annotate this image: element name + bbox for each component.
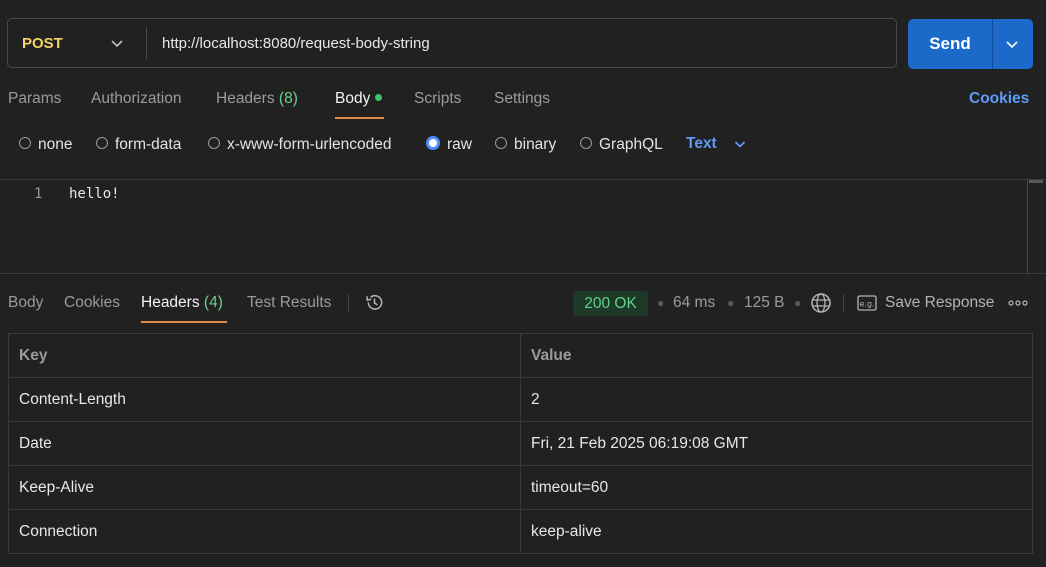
tab-params[interactable]: Params xyxy=(8,88,61,112)
divider xyxy=(843,294,844,312)
code-line[interactable]: hello! xyxy=(69,184,120,204)
divider xyxy=(992,19,993,69)
globe-icon[interactable] xyxy=(810,292,832,314)
radio-icon xyxy=(96,136,108,149)
method-select[interactable]: POST xyxy=(22,19,63,69)
chevron-down-icon[interactable] xyxy=(734,138,746,150)
separator-dot: ● xyxy=(794,296,802,310)
divider xyxy=(146,27,147,59)
column-header-key: Key xyxy=(8,333,521,378)
cookies-link[interactable]: Cookies xyxy=(969,88,1029,110)
response-size[interactable]: 125 B xyxy=(744,292,785,314)
column-header-value: Value xyxy=(520,333,1033,378)
radio-raw[interactable]: raw xyxy=(426,134,472,156)
header-key[interactable]: Date xyxy=(8,421,521,466)
response-tab-test-results[interactable]: Test Results xyxy=(247,292,331,316)
url-bar: POST http://localhost:8080/request-body-… xyxy=(7,18,897,68)
scrollbar-thumb[interactable] xyxy=(1029,180,1043,183)
example-icon[interactable]: e.g. xyxy=(857,295,877,311)
response-tab-headers-count: (4) xyxy=(203,294,223,311)
save-response-button[interactable]: Save Response xyxy=(885,292,994,314)
separator-dot: ● xyxy=(727,296,735,310)
header-value[interactable]: keep-alive xyxy=(520,509,1033,554)
line-number: 1 xyxy=(34,186,43,202)
tab-headers-label: Headers xyxy=(216,90,275,107)
divider xyxy=(348,294,349,312)
tab-body-label: Body xyxy=(335,90,371,107)
header-key[interactable]: Connection xyxy=(8,509,521,554)
status-badge[interactable]: 200 OK xyxy=(573,291,648,316)
response-tab-cookies[interactable]: Cookies xyxy=(64,292,120,316)
radio-label: form-data xyxy=(115,136,182,153)
header-key[interactable]: Content-Length xyxy=(8,377,521,422)
radio-icon xyxy=(208,136,220,149)
response-time[interactable]: 64 ms xyxy=(673,292,715,314)
svg-text:e.g.: e.g. xyxy=(859,300,874,309)
chevron-down-icon[interactable] xyxy=(110,36,124,50)
radio-urlencoded[interactable]: x-www-form-urlencoded xyxy=(208,134,392,156)
radio-graphql[interactable]: GraphQL xyxy=(580,134,663,156)
table-row: Connection keep-alive xyxy=(8,509,1033,554)
table-header-row: Key Value xyxy=(8,333,1033,378)
response-headers-table: Key Value Content-Length 2 Date Fri, 21 … xyxy=(8,333,1033,554)
tab-scripts[interactable]: Scripts xyxy=(414,88,461,112)
response-tab-body[interactable]: Body xyxy=(8,292,43,316)
history-icon[interactable] xyxy=(364,292,385,313)
header-value[interactable]: 2 xyxy=(520,377,1033,422)
table-row: Content-Length 2 xyxy=(8,377,1033,422)
radio-label: raw xyxy=(447,136,472,153)
radio-label: GraphQL xyxy=(599,136,663,153)
body-editor[interactable]: 1 hello! xyxy=(0,179,1046,274)
active-tab-indicator xyxy=(335,117,384,119)
more-options-icon[interactable] xyxy=(1008,298,1028,308)
tab-body[interactable]: Body xyxy=(335,88,383,112)
send-button-group: Send xyxy=(908,19,1033,69)
radio-label: x-www-form-urlencoded xyxy=(227,136,392,153)
separator-dot: ● xyxy=(657,296,665,310)
radio-icon xyxy=(19,136,31,149)
radio-none[interactable]: none xyxy=(19,134,72,156)
chevron-down-icon[interactable] xyxy=(1005,37,1019,51)
send-button[interactable]: Send xyxy=(908,19,992,69)
radio-label: none xyxy=(38,136,73,153)
response-tab-headers[interactable]: Headers (4) xyxy=(141,292,223,316)
table-row: Keep-Alive timeout=60 xyxy=(8,465,1033,510)
tab-authorization[interactable]: Authorization xyxy=(91,88,181,112)
header-key[interactable]: Keep-Alive xyxy=(8,465,521,510)
header-value[interactable]: Fri, 21 Feb 2025 06:19:08 GMT xyxy=(520,421,1033,466)
radio-form-data[interactable]: form-data xyxy=(96,134,181,156)
radio-label: binary xyxy=(514,136,557,153)
radio-binary[interactable]: binary xyxy=(495,134,556,156)
tab-headers-count: (8) xyxy=(278,90,298,107)
tab-headers[interactable]: Headers (8) xyxy=(216,88,298,112)
radio-selected-icon xyxy=(426,135,440,150)
header-value[interactable]: timeout=60 xyxy=(520,465,1033,510)
radio-icon xyxy=(495,136,507,149)
url-input[interactable]: http://localhost:8080/request-body-strin… xyxy=(162,19,430,69)
tab-settings[interactable]: Settings xyxy=(494,88,550,112)
table-row: Date Fri, 21 Feb 2025 06:19:08 GMT xyxy=(8,421,1033,466)
response-tab-headers-label: Headers xyxy=(141,294,200,311)
modified-dot-icon xyxy=(375,94,383,102)
format-select[interactable]: Text xyxy=(686,134,717,154)
radio-icon xyxy=(580,136,592,149)
editor-scrollbar[interactable] xyxy=(1027,180,1043,273)
active-tab-indicator xyxy=(141,321,227,323)
